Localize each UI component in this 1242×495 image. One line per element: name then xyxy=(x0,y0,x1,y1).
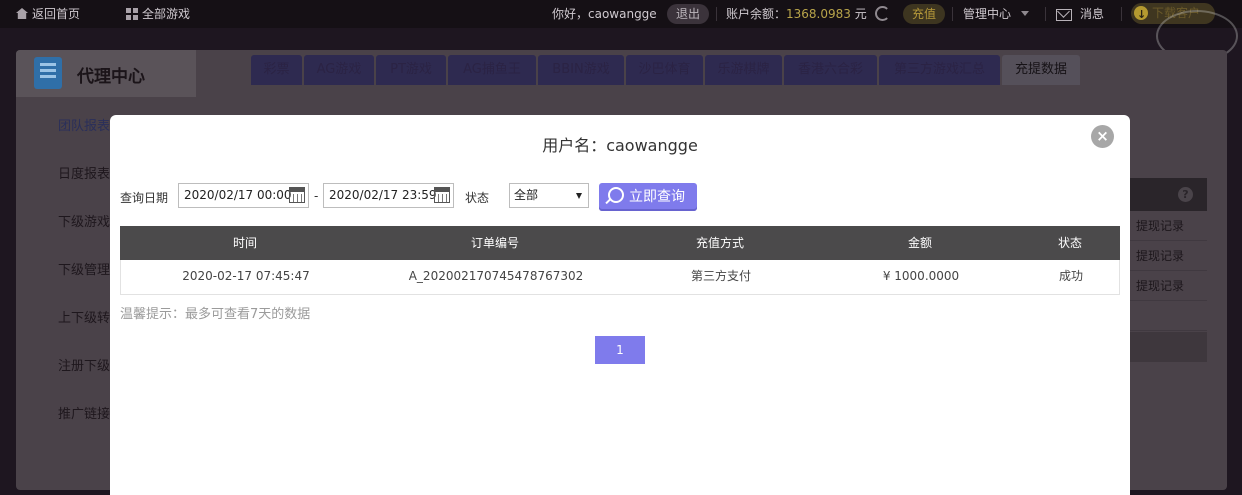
balance-label: 账户余额： xyxy=(726,7,787,21)
tab[interactable]: BBIN游戏 xyxy=(538,55,624,85)
messages-label: 消息 xyxy=(1080,7,1105,21)
balance-unit: 元 xyxy=(854,7,867,21)
download-icon xyxy=(1134,4,1148,25)
tab[interactable]: 第三方游戏汇总 xyxy=(879,55,1000,85)
tab[interactable]: 乐游棋牌 xyxy=(705,55,782,85)
background-table-footer xyxy=(1130,332,1207,362)
document-icon xyxy=(34,57,62,89)
column-header-order-id: 订单编号 xyxy=(470,236,519,250)
column-header-amount: 金额 xyxy=(907,236,932,250)
tip-text: 温馨提示：最多可查看7天的数据 xyxy=(120,307,311,322)
calendar-icon[interactable] xyxy=(434,187,450,203)
refresh-icon[interactable] xyxy=(874,6,890,21)
top-bar: 返回首页 全部游戏 你好，caowangge 退出 账户余额：1368.0983… xyxy=(0,0,1242,28)
modal-title: 用户名：caowangge xyxy=(542,136,698,155)
list-item[interactable]: 提现记录 xyxy=(1130,241,1207,271)
query-button[interactable]: 立即查询 xyxy=(599,183,697,211)
table-row: 2020-02-17 07:45:47 A_202002170745478767… xyxy=(120,260,1120,295)
status-label: 状态 xyxy=(465,191,490,205)
home-link[interactable]: 返回首页 xyxy=(16,0,80,28)
sidebar-item[interactable]: 下级游戏 xyxy=(58,211,110,230)
agent-center-title: 代理中心 xyxy=(77,67,145,87)
status-select-value: 全部 xyxy=(514,188,539,202)
start-date-input[interactable]: 2020/02/17 00:00 xyxy=(178,183,309,208)
cell-time: 2020-02-17 07:45:47 xyxy=(182,269,310,283)
cell-order-id: A_202002170745478767302 xyxy=(408,269,584,283)
query-button-label: 立即查询 xyxy=(629,189,685,205)
search-icon xyxy=(608,187,624,203)
query-date-label: 查询日期 xyxy=(120,191,169,205)
tab[interactable]: AG游戏 xyxy=(304,55,374,85)
end-date-input[interactable]: 2020/02/17 23:59 xyxy=(323,183,454,208)
logout-button[interactable]: 退出 xyxy=(667,4,710,24)
all-games-link[interactable]: 全部游戏 xyxy=(126,0,190,28)
all-games-label: 全部游戏 xyxy=(142,7,191,21)
divider xyxy=(1121,7,1122,21)
calendar-icon[interactable] xyxy=(289,187,305,203)
tab[interactable]: AG捕鱼王 xyxy=(448,55,536,85)
greeting-text: 你好，caowangge xyxy=(552,7,657,21)
sidebar-item[interactable]: 注册下级 xyxy=(58,355,110,374)
chevron-down-icon xyxy=(1021,11,1030,16)
column-header-method: 充值方式 xyxy=(695,236,744,250)
sidebar-item[interactable]: 上下级转 xyxy=(58,307,110,326)
close-button[interactable]: × xyxy=(1091,125,1114,148)
page-button-1[interactable]: 1 xyxy=(595,336,645,364)
sidebar-item[interactable]: 下级管理 xyxy=(58,259,110,278)
cell-method: 第三方支付 xyxy=(690,269,751,283)
tab[interactable]: 香港六合彩 xyxy=(784,55,877,85)
divider xyxy=(952,7,953,21)
mail-icon xyxy=(1056,9,1072,21)
list-item xyxy=(1130,301,1207,331)
tab[interactable]: PT游戏 xyxy=(376,55,446,85)
sidebar-item[interactable]: 团队报表 xyxy=(58,115,110,134)
tab[interactable]: 彩票 xyxy=(251,55,302,85)
recharge-button[interactable]: 充值 xyxy=(903,4,946,24)
cell-status: 成功 xyxy=(1058,269,1083,283)
sidebar-item[interactable]: 推广链接 xyxy=(58,403,110,422)
recharge-detail-modal: 用户名：caowangge × 查询日期 2020/02/17 00:00 - … xyxy=(110,115,1130,495)
tab[interactable]: 沙巴体育 xyxy=(626,55,703,85)
column-header-time: 时间 xyxy=(232,236,257,250)
divider xyxy=(1045,7,1046,21)
list-item[interactable]: 提现记录 xyxy=(1130,211,1207,241)
sidebar-item[interactable]: 日度报表 xyxy=(58,163,110,182)
status-select[interactable]: 全部 xyxy=(509,183,589,208)
end-date-value: 2020/02/17 23:59 xyxy=(329,188,437,202)
balance-area: 账户余额：1368.0983 元 xyxy=(726,0,890,28)
manage-label: 管理中心 xyxy=(963,7,1012,21)
home-icon xyxy=(16,8,28,19)
dropdown-arrow-icon xyxy=(576,193,582,199)
grid-icon xyxy=(126,8,138,20)
list-item[interactable]: 提现记录 xyxy=(1130,271,1207,301)
tab[interactable]: 充提数据 xyxy=(1002,55,1080,85)
date-separator: - xyxy=(314,189,319,203)
table-header: 时间 订单编号 充值方式 金额 状态 xyxy=(120,226,1120,260)
help-icon[interactable]: ? xyxy=(1178,187,1193,202)
home-label: 返回首页 xyxy=(32,7,81,21)
cell-amount: ¥ 1000.0000 xyxy=(882,269,960,283)
manage-menu[interactable]: 管理中心 xyxy=(963,0,1030,28)
column-header-status: 状态 xyxy=(1057,236,1082,250)
messages-link[interactable]: 消息 xyxy=(1056,0,1104,28)
balance-value: 1368.0983 xyxy=(786,7,851,21)
start-date-value: 2020/02/17 00:00 xyxy=(184,188,292,202)
background-table-header xyxy=(1130,178,1207,211)
divider xyxy=(716,7,717,21)
recharge-table: 时间 订单编号 充值方式 金额 状态 2020-02-17 07:45:47 A… xyxy=(120,226,1120,295)
